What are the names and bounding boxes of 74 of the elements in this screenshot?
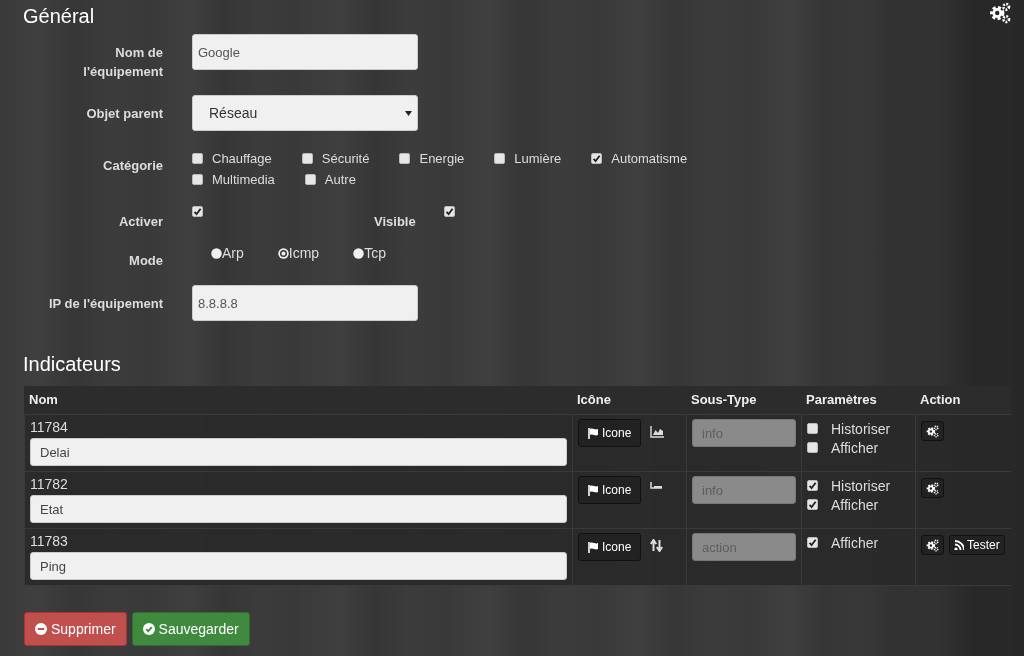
- checkbox-label: Sécurité: [321, 151, 370, 166]
- checkbox-label: Afficher: [831, 439, 879, 456]
- checkbox-label: Historiser: [831, 477, 891, 494]
- icon-button[interactable]: Icone: [578, 419, 642, 447]
- checkbox[interactable]: [304, 174, 316, 185]
- checkbox-label: Afficher: [831, 496, 879, 513]
- checkbox[interactable]: [807, 537, 818, 548]
- checkbox[interactable]: [807, 442, 818, 453]
- icon-button[interactable]: Icone: [578, 476, 642, 504]
- checkbox[interactable]: [591, 153, 603, 164]
- radio-button[interactable]: [353, 247, 365, 259]
- checkbox-label: Multimedia: [212, 172, 275, 187]
- field-label: Catégorie: [102, 157, 163, 175]
- section-title: Indicateurs: [23, 352, 122, 377]
- checkbox[interactable]: [494, 153, 506, 164]
- settings-icon: [926, 538, 939, 552]
- checkbox[interactable]: [807, 423, 818, 434]
- field-label: Nom de l'équipement: [82, 44, 163, 81]
- checkbox[interactable]: [443, 206, 455, 217]
- radio-label: Arp: [222, 245, 244, 261]
- settings-button[interactable]: [921, 478, 944, 498]
- icon-button[interactable]: Icone: [578, 533, 642, 561]
- flag-icon: [588, 541, 599, 553]
- settings-button[interactable]: [921, 535, 944, 555]
- checkbox[interactable]: [301, 153, 313, 164]
- checkbox-label: Autre: [324, 172, 356, 187]
- column-header: Action: [915, 386, 1011, 415]
- field-label: IP de l'équipement: [47, 295, 163, 313]
- radio-label: Tcp: [364, 245, 386, 261]
- checkbox[interactable]: [399, 153, 411, 164]
- indicator-id: 11784: [30, 419, 69, 436]
- checkbox-label: Chauffage: [212, 151, 272, 166]
- name-field[interactable]: Ping: [30, 552, 567, 580]
- flag-icon: [588, 484, 599, 496]
- settings-icon[interactable]: [988, 2, 1012, 24]
- bar-icon: [650, 482, 663, 489]
- settings-icon: [926, 481, 939, 495]
- checkbox-label: Lumière: [514, 151, 562, 166]
- field-label: Mode: [128, 252, 163, 270]
- radio-button[interactable]: [277, 247, 289, 259]
- radio-label: Icmp: [288, 245, 320, 261]
- checkbox-label: Historiser: [831, 420, 891, 437]
- field-label: Visible: [374, 213, 416, 231]
- indicator-id: 11783: [30, 533, 69, 550]
- field-label: Activer: [117, 213, 163, 231]
- settings-button[interactable]: [921, 421, 944, 441]
- checkbox[interactable]: [192, 174, 203, 185]
- checkbox-label: Automatisme: [611, 151, 688, 166]
- name-field[interactable]: Etat: [30, 495, 567, 523]
- section-title: Général: [23, 4, 95, 29]
- radio-button[interactable]: [211, 247, 222, 259]
- delete-button[interactable]: Supprimer: [24, 612, 127, 646]
- caret-icon: [405, 110, 412, 116]
- checkbox[interactable]: [192, 153, 203, 164]
- checkbox[interactable]: [807, 480, 818, 491]
- settings-icon: [926, 424, 939, 438]
- checkbox-label: Energie: [419, 151, 465, 166]
- checkbox[interactable]: [192, 206, 203, 217]
- sort-arrows-icon: [650, 539, 664, 552]
- name-field[interactable]: Google: [192, 34, 418, 70]
- minus-circle-icon: [35, 623, 47, 635]
- ip-field[interactable]: 8.8.8.8: [192, 285, 418, 321]
- rss-icon: [954, 540, 964, 550]
- parent-select[interactable]: Réseau: [192, 95, 418, 131]
- checkbox-label: Afficher: [831, 534, 879, 551]
- chart-icon: [650, 425, 665, 438]
- check-circle-icon: [142, 623, 155, 635]
- checkbox[interactable]: [807, 499, 818, 510]
- test-button[interactable]: Tester: [949, 535, 1005, 555]
- indicator-id: 11782: [30, 476, 69, 493]
- name-field[interactable]: Delai: [30, 438, 567, 466]
- flag-icon: [588, 427, 599, 439]
- save-button[interactable]: Sauvegarder: [131, 612, 250, 646]
- field-label: Objet parent: [85, 105, 163, 123]
